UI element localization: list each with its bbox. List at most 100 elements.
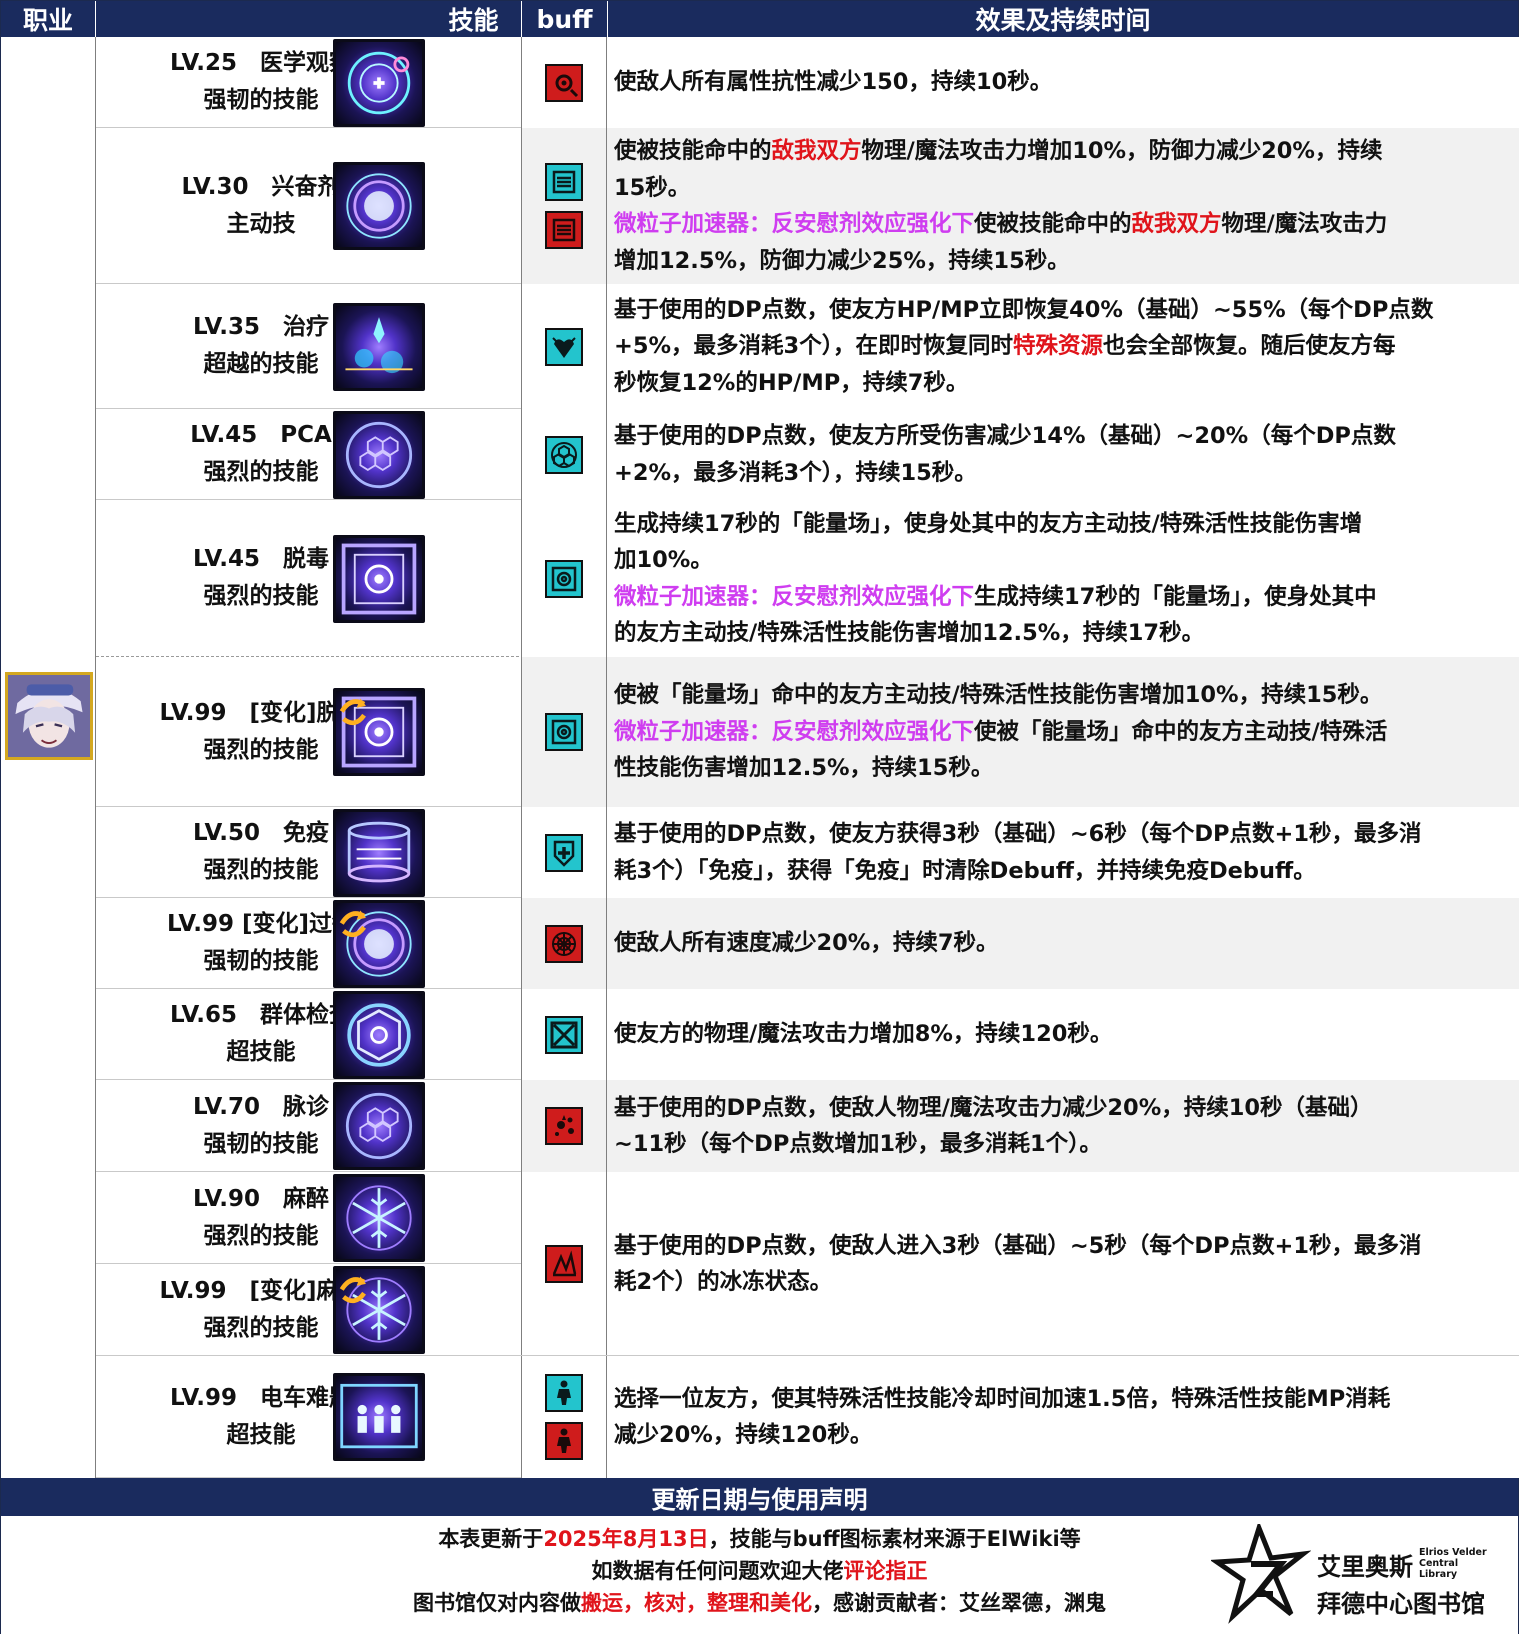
- header-job: 职业: [1, 1, 96, 37]
- buff-square-icon: [545, 559, 583, 598]
- effect-line: +5%，最多消耗3个），在即时恢复同时特殊资源也会全部恢复。随后使友方每: [614, 328, 1513, 365]
- skill-row: LV.90 麻醉 强烈的技能 基于使用的DP点数，使敌人进入3秒（基础）~5秒（每个…: [96, 1172, 1519, 1356]
- skill-icon-cell: [426, 1172, 521, 1263]
- skill-icon-cell: [426, 1080, 521, 1171]
- skill-level-name: LV.45 PCA: [190, 422, 332, 448]
- effect-text-run: 2025年8月13日: [543, 1527, 709, 1551]
- skill-square-icon: [333, 688, 425, 776]
- buff-cell: [521, 657, 607, 807]
- skill-level-name: LV.50 免疫: [192, 820, 330, 846]
- effect-line: 使友方的物理/魔法攻击力增加8%，持续120秒。: [614, 1016, 1513, 1053]
- skill-hex-icon: [333, 1082, 425, 1170]
- skill-level-name: LV.65 群体检查: [169, 1002, 353, 1028]
- buff-cell: [521, 1356, 607, 1478]
- effect-text-run: 使被「能量场」命中的友方主动技/特殊活性技能伤害增加10%，持续15秒。: [614, 682, 1383, 709]
- skill-row: LV.30 兴奋剂 主动技 使被技能命中的敌我双方物理/魔法攻击力增加10%，防御力…: [96, 128, 1519, 284]
- effect-text-run: 敌我双方: [771, 138, 862, 164]
- skill-icon-cell: [426, 284, 521, 408]
- effect-text-run: 特殊资源: [1012, 333, 1103, 360]
- buff-bars-icon: [545, 211, 583, 249]
- skill-burst-icon: [333, 900, 425, 988]
- skill-level-name: LV.70 脉诊: [192, 1093, 330, 1120]
- buff-web-icon: [545, 924, 583, 963]
- effect-line: +2%，最多消耗3个），持续15秒。: [614, 455, 1513, 492]
- effect-text-run: 选择一位友方，使其特殊活性技能冷却时间加速1.5倍，特殊活性技能MP消耗: [614, 1385, 1391, 1412]
- buff-cell: [521, 409, 607, 500]
- effect-cell: 基于使用的DP点数，使友方获得3秒（基础）~6秒（每个DP点数+1秒，最多消 耗3…: [607, 807, 1519, 898]
- change-arrows-icon: [339, 1276, 366, 1304]
- effect-line: 选择一位友方，使其特殊活性技能冷却时间加速1.5倍，特殊活性技能MP消耗: [614, 1381, 1513, 1418]
- effect-line: 使敌人所有速度减少20%，持续7秒。: [614, 925, 1513, 962]
- skill-type: 强韧的技能: [203, 1130, 319, 1157]
- skill-type: 强烈的技能: [203, 1222, 319, 1249]
- skill-icon-cell: [426, 807, 521, 897]
- effect-cell: 基于使用的DP点数，使友方所受伤害减少14%（基础）~20%（每个DP点数 +2%…: [607, 409, 1519, 500]
- skill-table-sheet: 职业 技能 buff 效果及持续时间 LV.25 医学观察 强韧的技能 使敌人所有属…: [0, 0, 1519, 1634]
- effect-cell: 使被技能命中的敌我双方物理/魔法攻击力增加10%，防御力减少20%，持续 15秒。…: [607, 128, 1519, 284]
- effect-text-run: 使敌人所有速度减少20%，持续7秒。: [614, 930, 999, 957]
- effect-text-run: 微粒子加速器：反安慰剂效应强化下: [614, 718, 975, 745]
- library-name-en-2: Central Library: [1419, 1558, 1459, 1580]
- buff-swords-icon: [545, 1015, 583, 1054]
- change-arrows-icon: [339, 698, 366, 726]
- effect-line: 性技能伤害增加12.5%，持续15秒。: [614, 750, 1513, 787]
- effect-line: 基于使用的DP点数，使敌人物理/魔法攻击力减少20%，持续10秒（基础）: [614, 1090, 1513, 1127]
- skill-type: 超越的技能: [203, 351, 319, 377]
- library-logo-icon: [1209, 1520, 1312, 1624]
- effect-text-run: 增加12.5%，防御力减少25%，持续15秒。: [614, 247, 1070, 274]
- skill-ring-icon: [333, 39, 425, 127]
- effect-line: 微粒子加速器：反安慰剂效应强化下使被「能量场」命中的友方主动技/特殊活: [614, 714, 1513, 751]
- skill-type: 强烈的技能: [203, 583, 319, 609]
- effect-line: 增加12.5%，防御力减少25%，持续15秒。: [614, 243, 1513, 280]
- effect-line: ~11秒（每个DP点数增加1秒，最多消耗1个）。: [614, 1126, 1513, 1163]
- skill-row: LV.35 治疗 超越的技能 基于使用的DP点数，使友方HP/MP立即恢复40%（基…: [96, 284, 1519, 409]
- skill-heal-icon: [333, 303, 425, 391]
- effect-text-run: 耗3个）「免疫」，获得「免疫」时清除Debuff，并持续免疫Debuff。: [614, 857, 1316, 884]
- buff-bars-icon: [545, 163, 583, 201]
- buff-cell: [521, 500, 607, 657]
- effect-text-run: +5%，最多消耗3个），在即时恢复同时: [614, 333, 1013, 360]
- skill-level-name: LV.30 兴奋剂: [181, 173, 341, 200]
- effect-text-run: 使被技能命中的: [974, 211, 1132, 237]
- skill-type: 强韧的技能: [203, 948, 319, 974]
- header-effect: 效果及持续时间: [608, 1, 1518, 37]
- buff-cell: [521, 1080, 607, 1172]
- effect-line: 耗3个）「免疫」，获得「免疫」时清除Debuff，并持续免疫Debuff。: [614, 853, 1513, 890]
- effect-text-run: ~11秒（每个DP点数增加1秒，最多消耗1个）。: [614, 1131, 1102, 1157]
- effect-line: 微粒子加速器：反安慰剂效应强化下生成持续17秒的「能量场」，使身处其中: [614, 579, 1513, 616]
- effect-text-run: 基于使用的DP点数，使友方HP/MP立即恢复40%（基础）~55%（每个DP点数: [614, 296, 1434, 323]
- effect-text-run: 微粒子加速器：反安慰剂效应强化下: [614, 583, 975, 610]
- effect-cell: 使敌人所有属性抗性减少150，持续10秒。: [607, 37, 1519, 128]
- effect-text-run: 使友方的物理/魔法攻击力增加8%，持续120秒。: [614, 1021, 1113, 1048]
- effect-text-run: 基于使用的DP点数，使友方获得3秒（基础）~6秒（每个DP点数+1秒，最多消: [614, 821, 1422, 847]
- effect-line: 基于使用的DP点数，使友方所受伤害减少14%（基础）~20%（每个DP点数: [614, 418, 1513, 455]
- effect-line: 减少20%，持续120秒。: [614, 1417, 1513, 1454]
- skill-icon-cell: [426, 128, 521, 283]
- effect-text-run: 评论指正: [843, 1559, 928, 1583]
- footer-title: 更新日期与使用声明: [1, 1478, 1518, 1516]
- buff-cell: [521, 807, 607, 898]
- skill-row: LV.65 群体检查 超技能 使友方的物理/魔法攻击力增加8%，持续120秒。: [96, 989, 1519, 1080]
- skill-type: 强烈的技能: [203, 736, 319, 763]
- skill-row: LV.99 [变化]麻醉 强烈的技能: [96, 1264, 1519, 1356]
- skill-type: 主动技: [226, 210, 296, 237]
- effect-text-run: 使敌人所有属性抗性减少150，持续10秒。: [614, 69, 1053, 96]
- skill-type: 强烈的技能: [203, 1314, 319, 1341]
- buff-cell: [521, 898, 607, 989]
- skill-burst-icon: [333, 162, 425, 250]
- skill-level-name: LV.35 治疗: [192, 314, 330, 340]
- library-name-en: Elrios Velder Central Library: [1419, 1547, 1499, 1580]
- skill-icon-cell: [426, 37, 521, 127]
- effect-text-run: 秒恢复12%的HP/MP，持续7秒。: [614, 369, 969, 396]
- effect-text-run: 生成持续17秒的「能量场」，使身处其中: [974, 583, 1377, 610]
- skill-row: LV.99 电车难题 超技能 选择一位友方，使其特殊活性技能冷却时间加速1.5倍，特…: [96, 1356, 1519, 1478]
- effect-text-run: 减少20%，持续120秒。: [614, 1422, 873, 1448]
- effect-line: 基于使用的DP点数，使敌人进入3秒（基础）~5秒（每个DP点数+1秒，最多消: [614, 1228, 1513, 1265]
- effect-text-run: 使被技能命中的: [614, 138, 772, 164]
- effect-text-run: ，感谢贡献者：艾丝翠德，渊鬼: [812, 1591, 1106, 1615]
- skill-row: LV.99 [变化]脱毒 强烈的技能 使被「能量场」命中的友方主动技/特殊活性技能伤…: [96, 657, 1519, 807]
- skill-icon-cell: [426, 657, 521, 806]
- skill-row: LV.25 医学观察 强韧的技能 使敌人所有属性抗性减少150，持续10秒。: [96, 37, 1519, 128]
- skill-type: 强韧的技能: [203, 87, 319, 113]
- effect-cell: 生成持续17秒的「能量场」，使身处其中的友方主动技/特殊活性技能伤害增 加10%。…: [607, 500, 1519, 657]
